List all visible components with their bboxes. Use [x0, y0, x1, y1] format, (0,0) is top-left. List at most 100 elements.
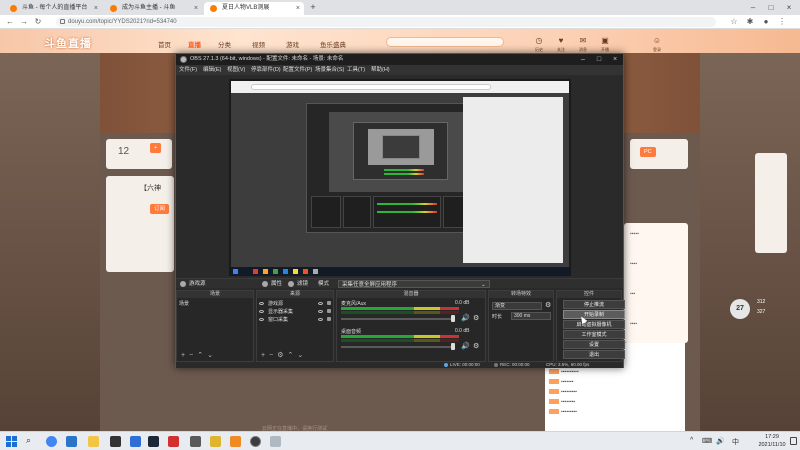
obs-titlebar[interactable]: OBS 27.1.3 (64-bit, windows) - 配置文件: 未命名… — [176, 54, 623, 65]
close-tab-icon[interactable]: × — [296, 2, 300, 15]
extensions-icon[interactable]: ✱ — [744, 16, 756, 28]
lock-icon[interactable] — [327, 309, 331, 313]
back-icon[interactable]: ← — [4, 16, 16, 28]
reload-icon[interactable]: ↻ — [32, 16, 44, 28]
minimize-icon[interactable]: – — [744, 0, 762, 15]
app-icon[interactable] — [210, 436, 221, 447]
gear-icon[interactable]: ⚙ — [473, 314, 479, 322]
capture-mode-select[interactable]: 采集任意全屏应用程序 ⌄ — [338, 280, 490, 288]
windows-start-icon[interactable] — [6, 436, 17, 447]
remove-icon[interactable]: − — [189, 352, 197, 359]
transition-type-select[interactable]: 渐变 — [492, 302, 542, 310]
menu-edit[interactable]: 编辑(E) — [203, 65, 221, 75]
duration-field[interactable]: 300 ms — [511, 312, 551, 320]
bookmark-star-icon[interactable]: ☆ — [728, 16, 740, 28]
move-down-icon[interactable]: ⌄ — [207, 352, 217, 359]
stop-streaming-button[interactable]: 停止推流 — [563, 300, 625, 309]
speaker-icon[interactable]: 🔊 — [461, 314, 470, 322]
forward-icon[interactable]: → — [18, 16, 30, 28]
browser-tab[interactable]: 斗鱼 - 每个人的直播平台 × — [4, 2, 102, 15]
close-tab-icon[interactable]: × — [194, 2, 198, 15]
menu-docks[interactable]: 停靠部件(D) — [251, 65, 281, 75]
close-window-icon[interactable]: × — [607, 54, 623, 65]
properties-button[interactable]: 属性 — [271, 279, 282, 289]
move-up-icon[interactable]: ⌃ — [197, 352, 207, 359]
follow-icon[interactable]: ♥ — [556, 36, 566, 45]
studio-mode-button[interactable]: 工作室模式 — [563, 330, 625, 339]
speaker-icon[interactable]: 🔊 — [461, 342, 470, 350]
menu-view[interactable]: 视图(V) — [227, 65, 245, 75]
close-window-icon[interactable]: × — [780, 0, 798, 15]
gear-icon[interactable] — [262, 281, 268, 287]
move-down-icon[interactable]: ⌄ — [297, 352, 307, 359]
browser-tab[interactable]: 成为斗鱼主播 - 斗鱼 × — [104, 2, 202, 15]
volume-slider-handle[interactable] — [451, 315, 455, 322]
keyboard-icon[interactable]: ⌨ — [702, 437, 712, 445]
notification-icon[interactable] — [790, 437, 797, 445]
maximize-icon[interactable]: □ — [762, 0, 780, 15]
pc-client-card[interactable]: PC — [630, 139, 688, 169]
go-live-icon[interactable]: ▣ — [600, 36, 610, 45]
maximize-icon[interactable]: □ — [591, 54, 607, 65]
gear-icon[interactable]: ⚙ — [545, 301, 551, 309]
follow-chip[interactable]: + — [150, 143, 162, 153]
nav-item[interactable]: 直播 — [188, 39, 201, 49]
subscribe-chip[interactable]: 订阅 — [150, 204, 170, 214]
start-recording-button[interactable]: 开始录制 — [563, 310, 625, 319]
chrome-icon[interactable] — [46, 436, 57, 447]
site-search-input[interactable] — [386, 37, 504, 47]
gear-icon[interactable]: ⚙ — [473, 342, 479, 350]
streamer-card[interactable]: 12 + — [106, 139, 172, 169]
exit-button[interactable]: 退出 — [563, 350, 625, 359]
nav-item[interactable]: 视频 — [252, 39, 265, 49]
virtual-camera-button[interactable]: 启动虚拟摄像机 — [563, 320, 625, 329]
filter-icon[interactable] — [288, 281, 294, 287]
move-up-icon[interactable]: ⌃ — [287, 352, 297, 359]
event-side-card[interactable] — [755, 153, 787, 253]
settings-button[interactable]: 设置 — [563, 340, 625, 349]
browser-menu-icon[interactable]: ⋮ — [776, 16, 788, 28]
menu-help[interactable]: 帮助(H) — [371, 65, 390, 75]
visibility-eye-icon[interactable] — [318, 302, 323, 305]
clock-date[interactable]: 2021/11/10 — [752, 442, 792, 448]
app-icon[interactable] — [168, 436, 179, 447]
filters-button[interactable]: 滤镜 — [297, 279, 308, 289]
scene-item[interactable]: 场景 — [179, 300, 253, 307]
menu-tools[interactable]: 工具(T) — [347, 65, 365, 75]
nav-item[interactable]: 分类 — [218, 39, 231, 49]
nav-item[interactable]: 首页 — [158, 39, 171, 49]
add-icon[interactable]: + — [261, 352, 269, 359]
menu-scene-collection[interactable]: 场景集合(S) — [315, 65, 344, 75]
app-icon[interactable] — [130, 436, 141, 447]
source-item[interactable]: 显示器采集 — [268, 308, 293, 315]
volume-slider-handle[interactable] — [451, 343, 455, 350]
message-icon[interactable]: ✉ — [578, 36, 588, 45]
add-icon[interactable]: + — [181, 352, 189, 359]
menu-file[interactable]: 文件(F) — [179, 65, 197, 75]
visibility-eye-icon[interactable] — [318, 310, 323, 313]
browser-tab-active[interactable]: 夏日人物VLB测展 × — [204, 2, 304, 15]
task-view-icon[interactable] — [66, 436, 77, 447]
minimize-icon[interactable]: – — [575, 54, 591, 65]
volume-slider[interactable] — [341, 318, 453, 320]
new-tab-icon[interactable]: + — [308, 2, 318, 13]
tray-expand-icon[interactable]: ^ — [690, 437, 693, 444]
user-icon[interactable]: ☺ — [652, 36, 662, 45]
app-icon[interactable] — [190, 436, 201, 447]
source-item[interactable]: 游戏源 — [268, 300, 283, 307]
eye-icon[interactable] — [259, 302, 264, 305]
clock-time[interactable]: 17:29 — [756, 434, 788, 440]
steam-icon[interactable] — [148, 436, 159, 447]
input-method-icon[interactable]: 中 — [732, 437, 739, 447]
history-icon[interactable]: ◷ — [534, 36, 544, 45]
url-field[interactable]: douyu.com/topic/YYDS2021?rid=534740 — [56, 17, 716, 27]
volume-slider[interactable] — [341, 346, 453, 348]
lock-icon[interactable] — [327, 301, 331, 305]
app-icon[interactable] — [230, 436, 241, 447]
search-icon[interactable]: ⌕ — [26, 435, 31, 446]
site-logo[interactable]: 斗鱼直播 — [44, 35, 92, 51]
volume-icon[interactable]: 🔊 — [716, 437, 725, 445]
obs-preview[interactable] — [229, 79, 571, 276]
nav-item[interactable]: 游戏 — [286, 39, 299, 49]
gear-icon[interactable]: ⚙ — [277, 352, 287, 359]
